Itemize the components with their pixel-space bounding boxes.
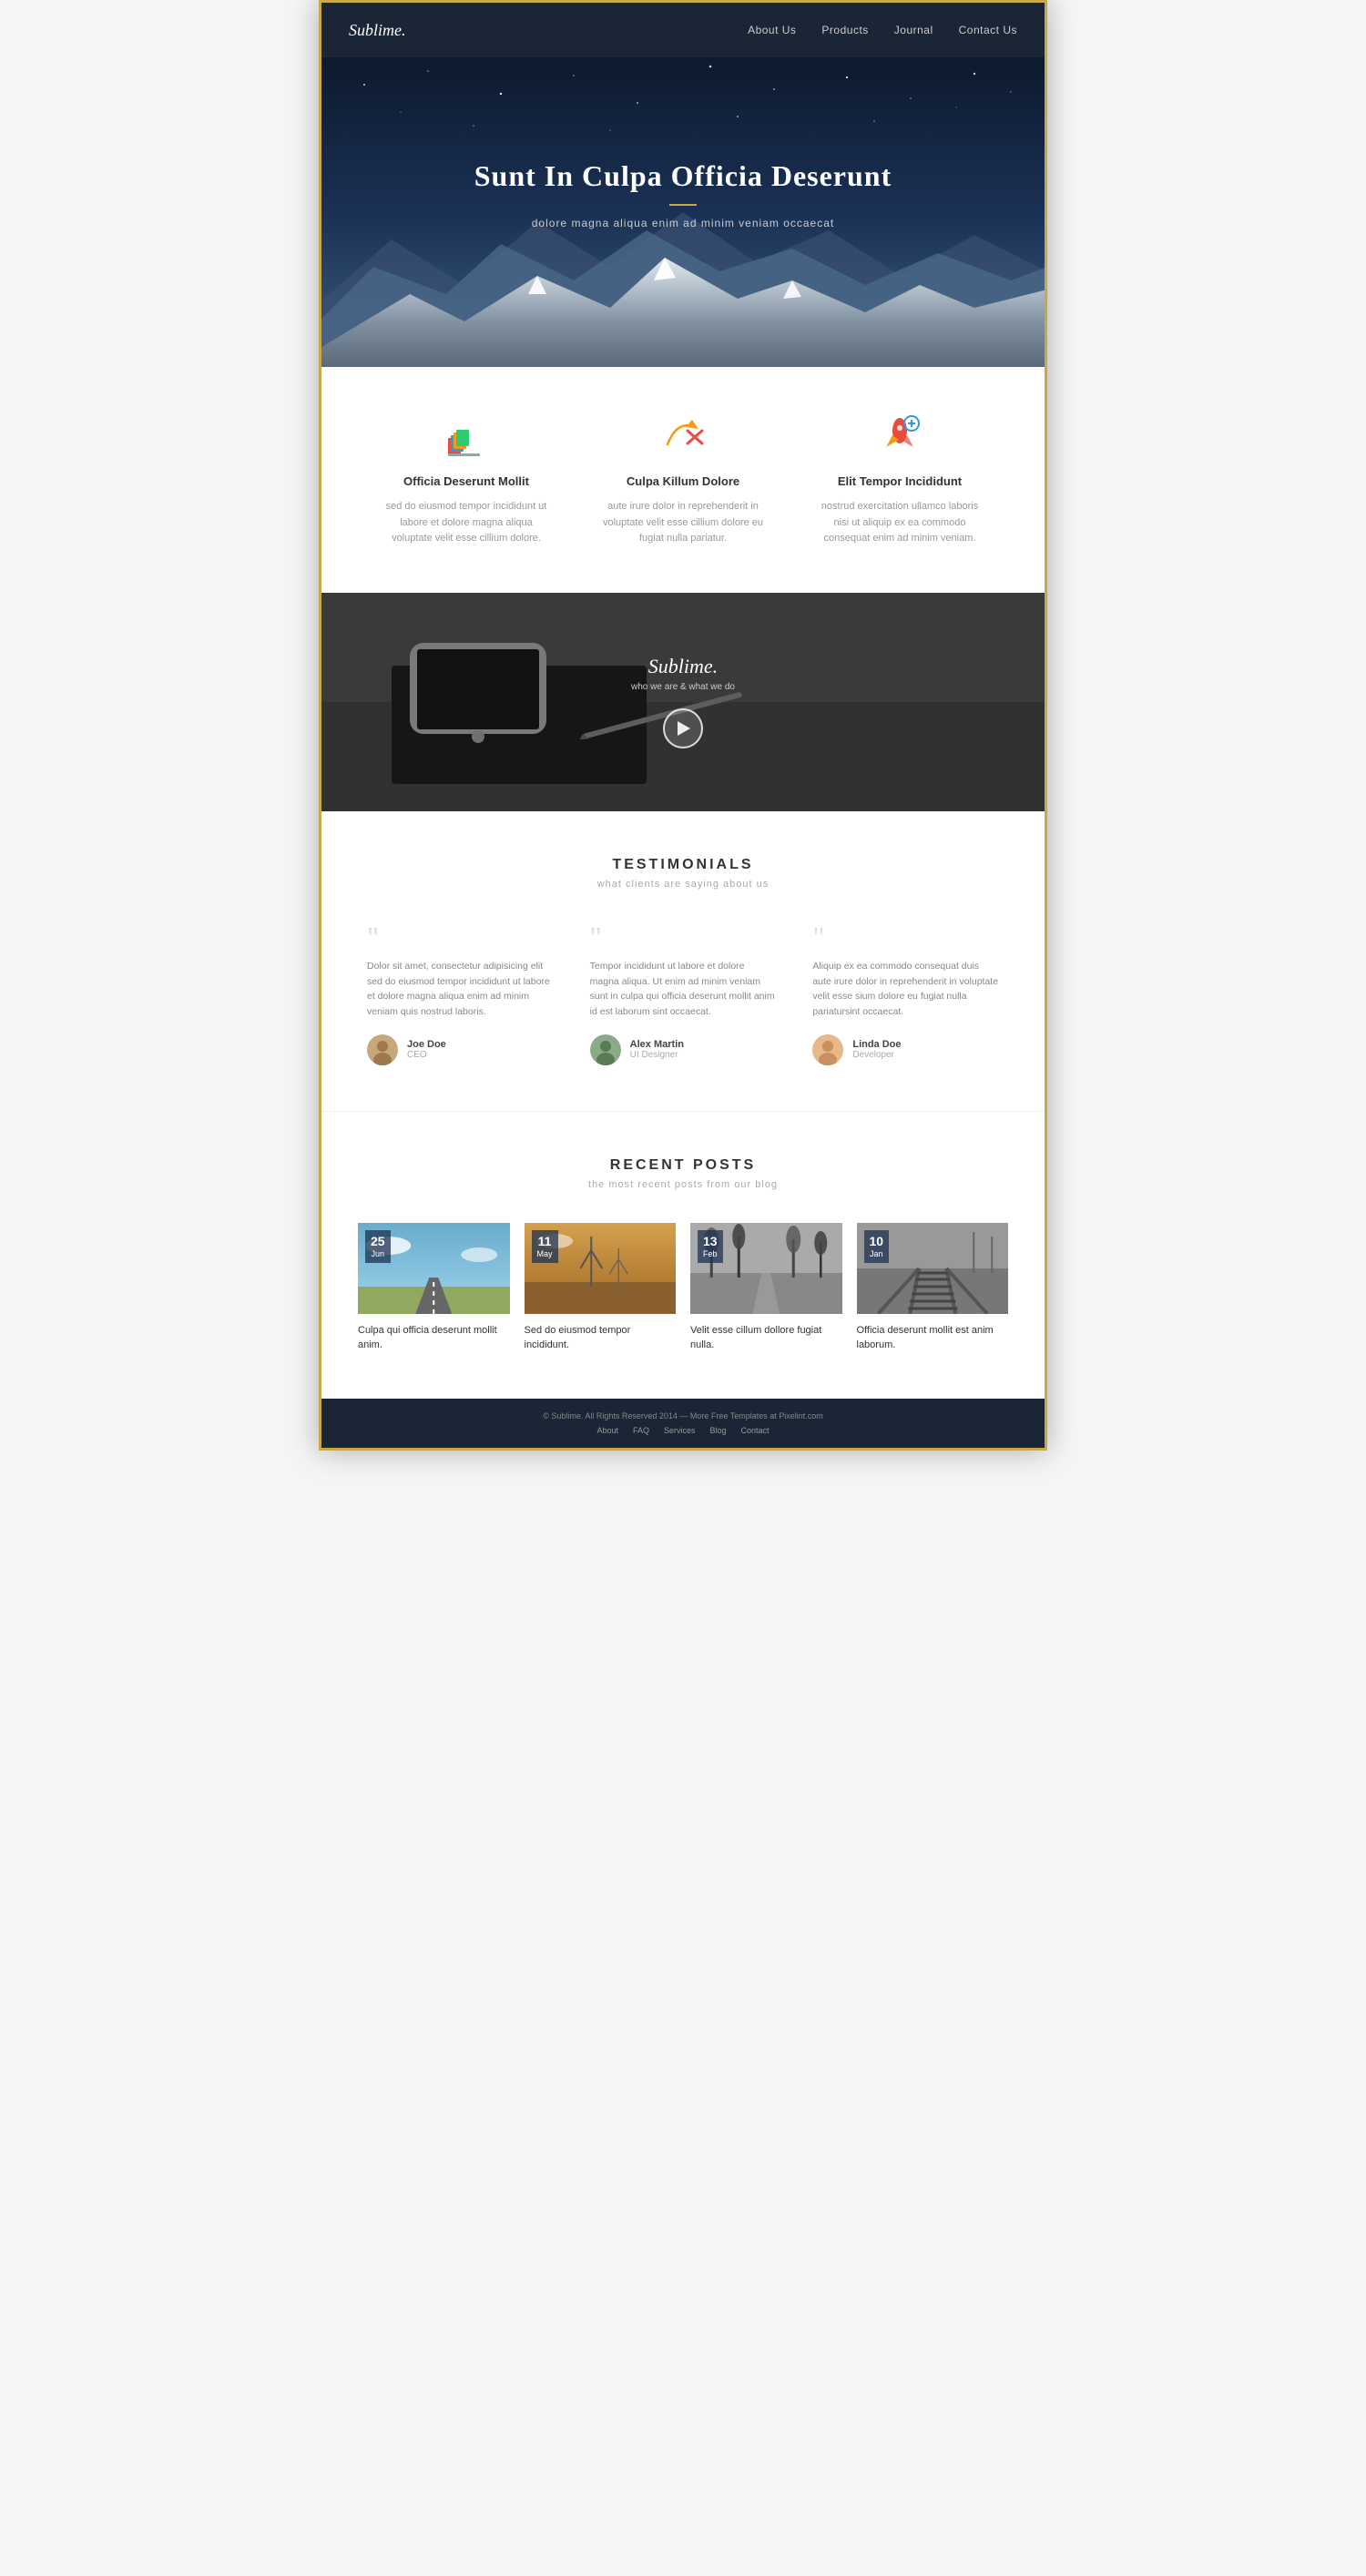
post-3-date: 13 Feb xyxy=(698,1230,723,1263)
play-triangle-icon xyxy=(678,721,690,736)
testimonial-2-author-info: Alex Martin UI Designer xyxy=(630,1039,684,1060)
feature-2-title: Culpa Killum Dolore xyxy=(601,474,765,488)
feature-1: Officia Deserunt Mollit sed do eiusmod t… xyxy=(366,412,566,547)
testimonial-1-name: Joe Doe xyxy=(407,1039,446,1050)
footer-link-services[interactable]: Services xyxy=(664,1426,696,1435)
testimonial-1-role: CEO xyxy=(407,1050,446,1060)
footer-link-faq[interactable]: FAQ xyxy=(633,1426,649,1435)
post-4[interactable]: 10 Jan Officia deserunt mollit est anim … xyxy=(857,1223,1009,1353)
testimonial-3: " Aliquip ex ea commodo consequat duis a… xyxy=(803,922,1008,1065)
post-3-image: 13 Feb xyxy=(690,1223,842,1314)
post-2-date: 11 May xyxy=(532,1230,558,1263)
post-1[interactable]: 25 Jun Culpa qui officia deserunt mollit… xyxy=(358,1223,510,1353)
navbar: Sublime. About Us Products Journal Conta… xyxy=(321,3,1045,57)
testimonial-2-name: Alex Martin xyxy=(630,1039,684,1050)
testimonial-1-author: Joe Doe CEO xyxy=(367,1034,554,1065)
post-2-title: Sed do eiusmod tempor incididunt. xyxy=(525,1323,677,1353)
testimonial-1: " Dolor sit amet, consectetur adipisicin… xyxy=(358,922,563,1065)
testimonials-section: TESTIMONIALS what clients are saying abo… xyxy=(321,811,1045,1111)
quote-mark-3: " xyxy=(812,922,999,952)
testimonial-3-author: Linda Doe Developer xyxy=(812,1034,999,1065)
nav-links: About Us Products Journal Contact Us xyxy=(748,22,1017,38)
hero-content: Sunt In Culpa Officia Deserunt dolore ma… xyxy=(474,159,892,229)
feature-3-title: Elit Tempor Incididunt xyxy=(818,474,982,488)
feature-1-title: Officia Deserunt Mollit xyxy=(384,474,548,488)
testimonial-1-author-info: Joe Doe CEO xyxy=(407,1039,446,1060)
feature-3: Elit Tempor Incididunt nostrud exercitat… xyxy=(800,412,1000,547)
post-1-date: 25 Jun xyxy=(365,1230,391,1263)
testimonial-2-text: Tempor incididunt ut labore et dolore ma… xyxy=(590,959,777,1020)
post-3[interactable]: 13 Feb Velit esse cillum dollore fugiat … xyxy=(690,1223,842,1353)
footer-links: About FAQ Services Blog Contact xyxy=(349,1426,1017,1435)
posts-title: RECENT POSTS xyxy=(358,1157,1008,1174)
testimonial-3-text: Aliquip ex ea commodo consequat duis aut… xyxy=(812,959,999,1020)
post-4-title: Officia deserunt mollit est anim laborum… xyxy=(857,1323,1009,1353)
post-2-image: 11 May xyxy=(525,1223,677,1314)
post-4-date: 10 Jan xyxy=(864,1230,890,1263)
post-1-image: 25 Jun xyxy=(358,1223,510,1314)
nav-contact[interactable]: Contact Us xyxy=(959,24,1017,36)
nav-journal[interactable]: Journal xyxy=(894,24,933,36)
testimonial-2-role: UI Designer xyxy=(630,1050,684,1060)
hero-title: Sunt In Culpa Officia Deserunt xyxy=(474,159,892,193)
testimonials-title: TESTIMONIALS xyxy=(358,857,1008,873)
post-4-image: 10 Jan xyxy=(857,1223,1009,1314)
testimonial-2: " Tempor incididunt ut labore et dolore … xyxy=(581,922,786,1065)
nav-products[interactable]: Products xyxy=(821,24,868,36)
recent-posts-section: RECENT POSTS the most recent posts from … xyxy=(321,1111,1045,1399)
quote-mark-2: " xyxy=(590,922,777,952)
hero-divider xyxy=(669,204,697,206)
video-brand: Sublime. xyxy=(631,655,735,678)
hero-subtitle: dolore magna aliqua enim ad minim veniam… xyxy=(474,217,892,229)
arrows-icon xyxy=(660,412,706,458)
rocket-icon xyxy=(877,412,923,458)
testimonial-3-avatar xyxy=(812,1034,843,1065)
testimonials-subtitle: what clients are saying about us xyxy=(358,879,1008,890)
post-1-title: Culpa qui officia deserunt mollit anim. xyxy=(358,1323,510,1353)
testimonial-3-name: Linda Doe xyxy=(852,1039,901,1050)
page-frame: Sublime. About Us Products Journal Conta… xyxy=(319,0,1047,1451)
feature-1-text: sed do eiusmod tempor incididunt ut labo… xyxy=(384,499,548,547)
footer-link-blog[interactable]: Blog xyxy=(710,1426,727,1435)
features-section: Officia Deserunt Mollit sed do eiusmod t… xyxy=(321,367,1045,593)
footer: © Sublime. All Rights Reserved 2014 — Mo… xyxy=(321,1399,1045,1448)
feature-3-text: nostrud exercitation ullamco laboris nis… xyxy=(818,499,982,547)
posts-subtitle: the most recent posts from our blog xyxy=(358,1179,1008,1190)
video-section: Sublime. who we are & what we do xyxy=(321,593,1045,811)
testimonial-2-avatar xyxy=(590,1034,621,1065)
feature-2: Culpa Killum Dolore aute irure dolor in … xyxy=(583,412,783,547)
post-3-title: Velit esse cillum dollore fugiat nulla. xyxy=(690,1323,842,1353)
testimonial-3-author-info: Linda Doe Developer xyxy=(852,1039,901,1060)
quote-mark-1: " xyxy=(367,922,554,952)
logo: Sublime. xyxy=(349,21,406,40)
testimonial-2-author: Alex Martin UI Designer xyxy=(590,1034,777,1065)
play-button[interactable] xyxy=(663,708,703,748)
post-2[interactable]: 11 May Sed do eiusmod tempor incididunt. xyxy=(525,1223,677,1353)
books-icon xyxy=(443,412,489,458)
footer-link-contact[interactable]: Contact xyxy=(741,1426,770,1435)
video-content: Sublime. who we are & what we do xyxy=(631,655,735,748)
hero-section: Sunt In Culpa Officia Deserunt dolore ma… xyxy=(321,57,1045,367)
testimonial-1-avatar xyxy=(367,1034,398,1065)
footer-text: © Sublime. All Rights Reserved 2014 — Mo… xyxy=(349,1411,1017,1420)
testimonial-1-text: Dolor sit amet, consectetur adipisicing … xyxy=(367,959,554,1020)
testimonials-grid: " Dolor sit amet, consectetur adipisicin… xyxy=(358,922,1008,1065)
footer-link-about[interactable]: About xyxy=(596,1426,618,1435)
video-tagline: who we are & what we do xyxy=(631,682,735,692)
feature-2-text: aute irure dolor in reprehenderit in vol… xyxy=(601,499,765,547)
posts-grid: 25 Jun Culpa qui officia deserunt mollit… xyxy=(358,1223,1008,1353)
nav-about[interactable]: About Us xyxy=(748,24,796,36)
testimonial-3-role: Developer xyxy=(852,1050,901,1060)
